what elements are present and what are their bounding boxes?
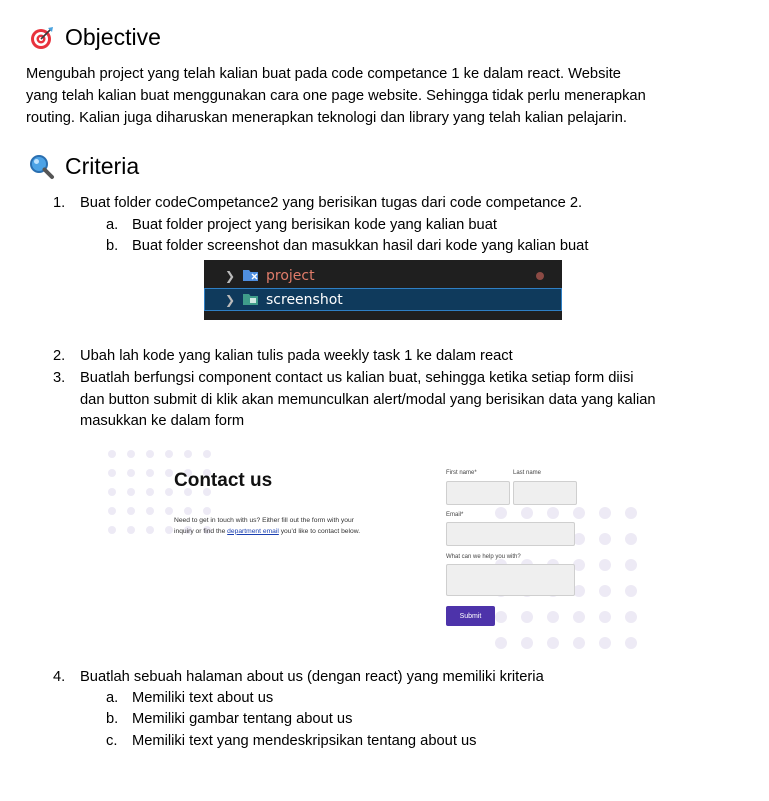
contact-title: Contact us — [174, 470, 273, 491]
criteria-subitem-4b: b. Memiliki gambar tentang about us — [106, 709, 352, 731]
item-number: 4. — [53, 669, 66, 685]
item-text: Buatlah sebuah halaman about us (dengan … — [80, 669, 544, 685]
criteria-item-3: 3. Buatlah berfungsi component contact us… — [53, 368, 720, 433]
first-name-label: First name* — [446, 470, 477, 476]
subitem-text: Memiliki gambar tentang about us — [132, 711, 353, 727]
subitem-text: Buat folder screenshot dan masukkan hasi… — [132, 238, 589, 254]
item-number: 2. — [53, 348, 66, 364]
criteria-subitem-4a: a. Memiliki text about us — [106, 688, 273, 710]
submit-button[interactable]: Submit — [446, 606, 495, 626]
subitem-letter: a. — [106, 217, 119, 233]
subitem-letter: a. — [106, 690, 119, 706]
criteria-item-1: 1. Buat folder codeCompetance2 yang beris… — [53, 193, 720, 215]
criteria-item-2: 2. Ubah lah kode yang kalian tulis pada w… — [53, 346, 720, 368]
last-name-field[interactable] — [513, 481, 577, 505]
chevron-right-icon: ❯ — [225, 268, 236, 283]
objective-paragraph: Mengubah project yang telah kalian buat … — [26, 63, 726, 129]
magnifier-icon — [30, 154, 54, 179]
chevron-right-icon: ❯ — [225, 292, 236, 307]
criteria-title: Criteria — [65, 153, 140, 179]
item-line: masukkan ke dalam form — [80, 413, 245, 429]
email-label: Email* — [446, 512, 464, 518]
item-line: dan button submit di klik akan memunculk… — [80, 391, 656, 408]
subitem-text: Buat folder project yang berisikan kode … — [132, 217, 497, 233]
subitem-letter: b. — [106, 711, 119, 727]
subitem-letter: b. — [106, 238, 119, 254]
message-field[interactable] — [446, 564, 575, 596]
criteria-subitem-4c: c. Memiliki text yang mendeskripsikan ten… — [106, 731, 477, 753]
contact-description: Need to get in touch with us? Either fil… — [174, 516, 369, 537]
subitem-text: Memiliki text yang mendeskripsikan tenta… — [132, 733, 477, 749]
folder-screenshot: ❯ project ❯ screenshot — [204, 260, 562, 320]
folder-name: screenshot — [266, 291, 343, 308]
last-name-label: Last name — [513, 470, 542, 476]
objective-heading: Objective — [29, 24, 161, 51]
item-number: 3. — [53, 370, 66, 386]
department-email-link[interactable]: department email — [227, 528, 279, 535]
item-number: 1. — [53, 195, 66, 211]
item-text: Buatlah berfungsi component contact us k… — [80, 368, 720, 433]
folder-row-project: ❯ project — [204, 264, 562, 287]
email-field[interactable] — [446, 522, 575, 546]
target-icon — [31, 26, 53, 49]
project-folder-icon — [243, 270, 258, 281]
subitem-letter: c. — [106, 733, 118, 749]
criteria-subitem-1b: b. Buat folder screenshot dan masukkan ha… — [106, 236, 588, 258]
item-text: Ubah lah kode yang kalian tulis pada wee… — [80, 348, 513, 364]
contact-us-screenshot: Contact us Need to get in touch with us?… — [100, 444, 645, 656]
criteria-subitem-1a: a. Buat folder project yang berisikan kod… — [106, 215, 497, 237]
paragraph-line: yang telah kalian buat menggunakan cara … — [26, 88, 646, 104]
message-label: What can we help you with? — [446, 554, 521, 560]
first-name-field[interactable] — [446, 481, 510, 505]
criteria-heading: Criteria — [29, 153, 139, 180]
objective-title: Objective — [65, 24, 161, 50]
item-line: Buatlah berfungsi component contact us k… — [80, 370, 634, 386]
item-text: Buat folder codeCompetance2 yang berisik… — [80, 195, 583, 211]
screenshot-folder-icon — [243, 294, 258, 305]
modified-dot — [536, 272, 544, 280]
desc-text: you'd like to contact below. — [278, 527, 361, 535]
paragraph-line: Mengubah project yang telah kalian buat … — [26, 66, 621, 82]
folder-name: project — [266, 267, 315, 284]
folder-row-screenshot: ❯ screenshot — [204, 288, 562, 311]
criteria-item-4: 4. Buatlah sebuah halaman about us (denga… — [53, 667, 720, 689]
paragraph-line: routing. Kalian juga diharuskan menerapk… — [26, 110, 627, 126]
subitem-text: Memiliki text about us — [132, 690, 274, 706]
